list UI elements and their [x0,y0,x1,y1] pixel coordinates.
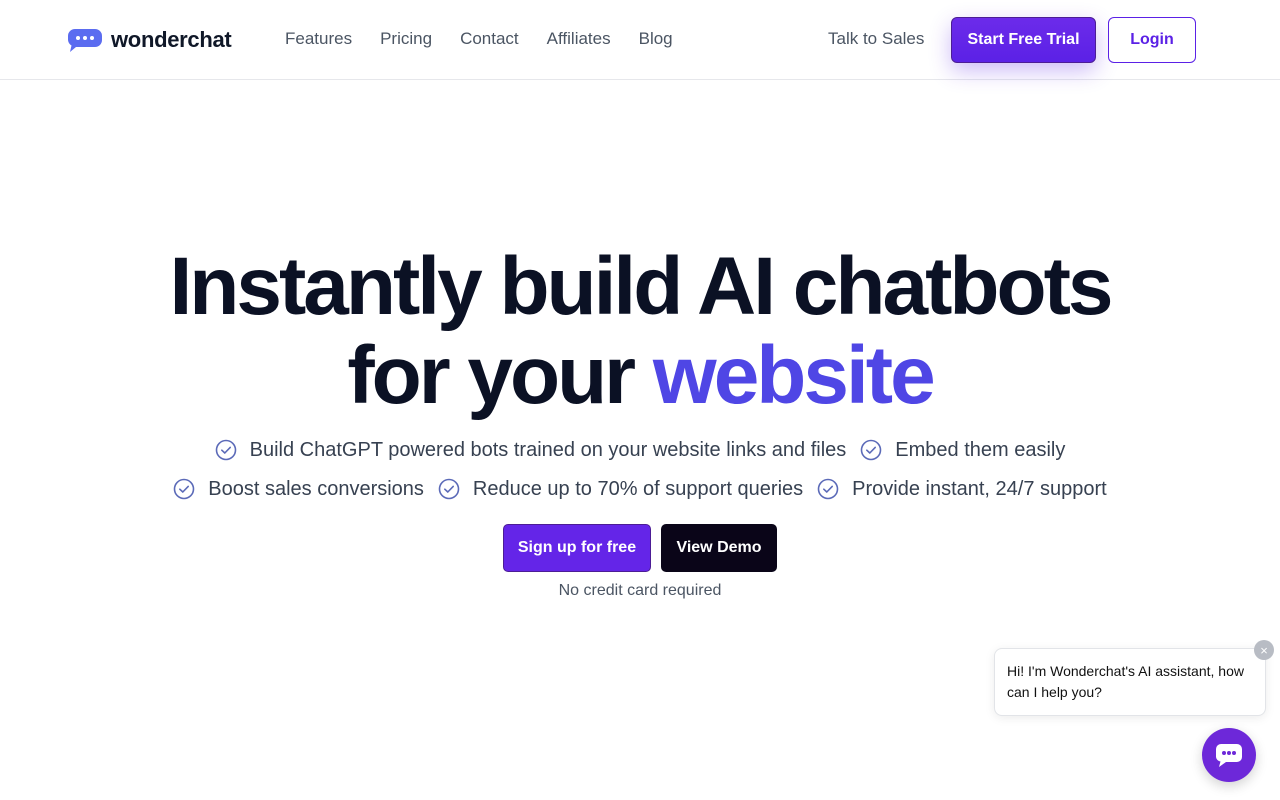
feature-text: Boost sales conversions [208,477,424,500]
feature-item: Reduce up to 70% of support queries [438,476,803,502]
start-free-trial-button[interactable]: Start Free Trial [951,17,1096,63]
brand-logo[interactable]: wonderchat [67,26,232,54]
check-circle-icon [173,478,195,500]
check-circle-icon [438,478,460,500]
site-header: wonderchat Features Pricing Contact Affi… [0,0,1280,80]
check-circle-icon [215,439,236,461]
feature-text: Embed them easily [895,438,1066,461]
feature-item: Provide instant, 24/7 support [817,476,1107,502]
view-demo-button[interactable]: View Demo [661,524,777,572]
hero-headline: Instantly build AI chatbots for your web… [0,242,1280,420]
nav-item-features[interactable]: Features [285,28,352,50]
headline-accent-word: website [652,330,936,421]
chat-icon [1216,744,1242,767]
nav-item-contact[interactable]: Contact [460,28,519,50]
feature-list-row-2: Boost sales conversions Reduce up to 70%… [0,476,1280,502]
sign-up-button[interactable]: Sign up for free [503,524,651,572]
main-nav: Features Pricing Contact Affiliates Blog [285,28,701,50]
feature-text: Build ChatGPT powered bots trained on yo… [249,438,847,461]
headline-line-2-prefix: for your [347,330,636,421]
chat-greeting-text: Hi! I'm Wonderchat's AI assistant, how c… [1007,663,1244,700]
no-credit-card-note: No credit card required [558,582,722,599]
chat-bubble-dots-icon [68,29,102,52]
check-circle-icon [817,478,839,500]
chat-greeting-bubble[interactable]: Hi! I'm Wonderchat's AI assistant, how c… [994,648,1266,716]
nav-item-blog[interactable]: Blog [639,28,673,50]
chat-launcher-button[interactable] [1202,728,1256,782]
nav-item-pricing[interactable]: Pricing [380,28,432,50]
login-button[interactable]: Login [1108,17,1196,63]
feature-item: Build ChatGPT powered bots trained on yo… [215,437,847,463]
close-icon[interactable]: × [1254,640,1274,660]
feature-list-row-1: Build ChatGPT powered bots trained on yo… [0,437,1280,463]
nav-item-affiliates[interactable]: Affiliates [547,28,611,50]
headline-line-1: Instantly build AI chatbots [169,241,1114,332]
feature-text: Reduce up to 70% of support queries [472,477,804,500]
feature-item: Boost sales conversions [173,476,424,502]
feature-text: Provide instant, 24/7 support [852,477,1107,500]
feature-item: Embed them easily [860,437,1065,463]
check-circle-icon [860,439,882,461]
talk-to-sales-link[interactable]: Talk to Sales [828,28,924,50]
brand-name: wonderchat [111,27,232,52]
